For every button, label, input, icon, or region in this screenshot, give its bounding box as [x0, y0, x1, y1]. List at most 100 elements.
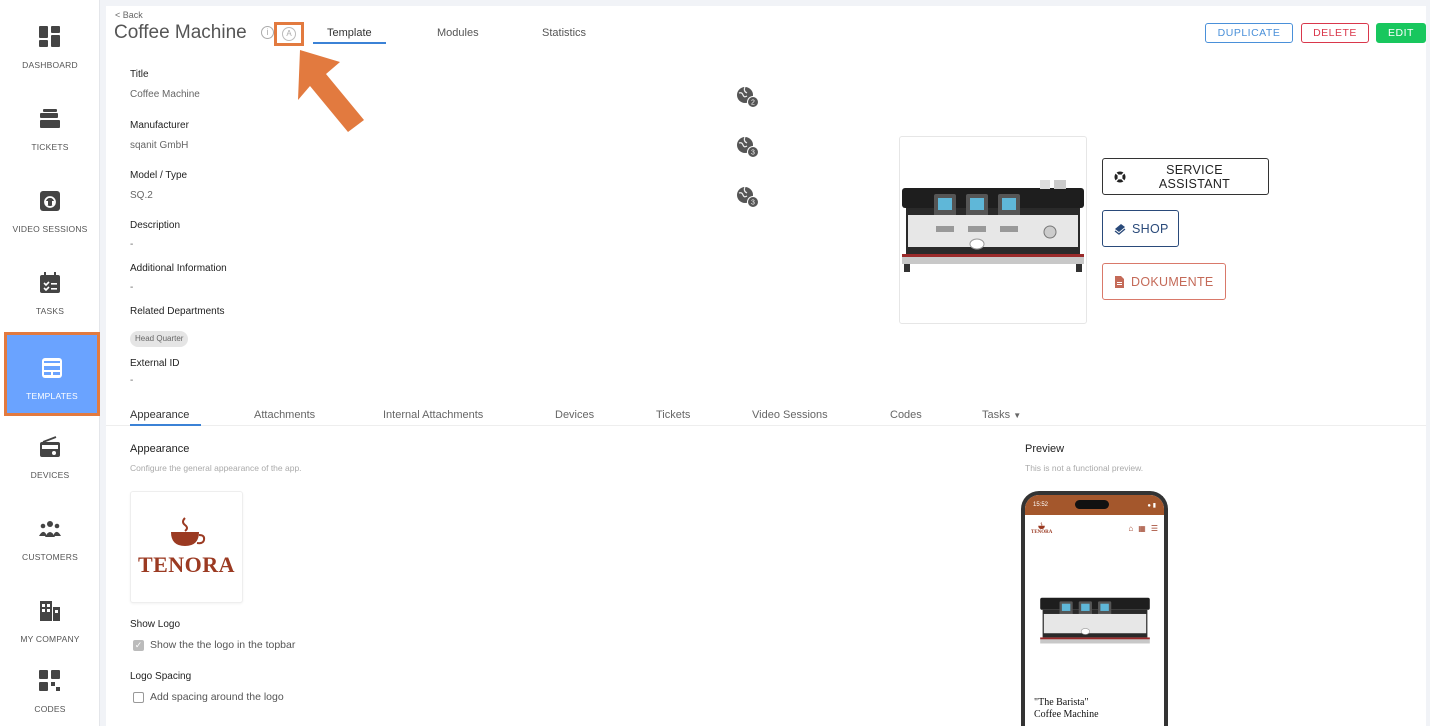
edit-button[interactable]: EDIT: [1376, 23, 1426, 43]
lifebuoy-icon: [1114, 171, 1126, 183]
customers-icon: [37, 516, 63, 542]
preview-title: Preview: [1025, 443, 1065, 455]
sidebar-item-label: TASKS: [35, 306, 65, 316]
main-panel: < Back Coffee Machine i A Template Modul…: [106, 6, 1426, 726]
delete-button[interactable]: DELETE: [1301, 23, 1369, 43]
tickets-icon: [37, 106, 63, 132]
show-logo-checkbox[interactable]: ✓: [133, 639, 144, 651]
show-logo-checkbox-label: Show the the logo in the topbar: [150, 639, 296, 651]
page-title: Coffee Machine: [114, 22, 247, 43]
info-icon[interactable]: i: [261, 26, 274, 39]
subtab-video-sessions[interactable]: Video Sessions: [752, 409, 828, 421]
sidebar-item-label: CUSTOMERS: [22, 552, 78, 562]
globe-icon[interactable]: 3: [736, 186, 759, 208]
sidebar-item-label: TEMPLATES: [26, 391, 78, 401]
machine-image: [899, 136, 1087, 324]
globe-icon[interactable]: 2: [736, 86, 759, 108]
service-assistant-button[interactable]: SERVICE ASSISTANT: [1102, 158, 1269, 195]
templates-icon: [39, 355, 65, 381]
field-label-departments: Related Departments: [130, 306, 225, 317]
logo-spacing-checkbox[interactable]: [133, 691, 144, 703]
phone-topbar: TENORA ⌂ ▦ ☰: [1025, 515, 1164, 541]
duplicate-button[interactable]: DUPLICATE: [1205, 23, 1293, 43]
back-link[interactable]: < Back: [115, 10, 143, 20]
video-sessions-icon: [37, 188, 63, 214]
sidebar-item-video-sessions[interactable]: VIDEO SESSIONS: [0, 164, 100, 246]
field-label-external-id: External ID: [130, 358, 180, 369]
subtab-tickets[interactable]: Tickets: [656, 409, 690, 421]
field-label-additional-info: Additional Information: [130, 263, 227, 274]
appearance-title: Appearance: [130, 443, 190, 455]
sidebar-item-my-company[interactable]: MY COMPANY: [0, 574, 100, 656]
coffee-machine-image: [902, 180, 1084, 272]
globe-icon[interactable]: 3: [736, 136, 759, 158]
subtab-attachments[interactable]: Attachments: [254, 409, 315, 421]
highlight-arrow: [298, 50, 364, 132]
grid-icon: ▦: [1138, 523, 1146, 533]
phone-product-title-line1: "The Barista": [1034, 697, 1089, 708]
sidebar-item-codes[interactable]: CODES: [0, 656, 100, 726]
show-logo-checkbox-row[interactable]: ✓ Show the the logo in the topbar: [133, 639, 295, 651]
sidebar-item-devices[interactable]: DEVICES: [0, 410, 100, 492]
home-icon: ⌂: [1128, 523, 1134, 533]
field-label-description: Description: [130, 220, 181, 231]
tab-template[interactable]: Template: [313, 27, 386, 44]
sidebar-item-label: TICKETS: [31, 142, 69, 152]
subtab-codes[interactable]: Codes: [890, 409, 922, 421]
phone-logo-text: TENORA: [1031, 529, 1053, 535]
sidebar-item-tasks[interactable]: TASKS: [0, 246, 100, 328]
sidebar-item-templates[interactable]: TEMPLATES: [4, 332, 100, 416]
shop-icon: [1114, 223, 1126, 235]
sidebar-item-dashboard[interactable]: DASHBOARD: [0, 0, 100, 82]
phone-machine-image: [1040, 597, 1150, 644]
menu-icon: ☰: [1150, 523, 1158, 533]
coffee-cup-logo: [170, 517, 205, 546]
tab-statistics[interactable]: Statistics: [542, 27, 586, 39]
svg-text:3: 3: [751, 150, 755, 157]
dokumente-button[interactable]: DOKUMENTE: [1102, 263, 1226, 300]
caret-down-icon: ▼: [1013, 411, 1022, 420]
phone-status-bar: 15:52 ● ▮: [1025, 495, 1164, 515]
logo-spacing-checkbox-row[interactable]: Add spacing around the logo: [133, 691, 284, 703]
service-assistant-label: SERVICE ASSISTANT: [1158, 162, 1231, 191]
shop-button[interactable]: SHOP: [1102, 210, 1179, 247]
svg-text:3: 3: [751, 200, 755, 207]
phone-time: 15:52: [1033, 502, 1049, 508]
app: DASHBOARD TICKETS VIDEO SESSIONS TASKS T…: [0, 0, 1430, 726]
sidebar-item-customers[interactable]: CUSTOMERS: [0, 492, 100, 574]
subtab-devices[interactable]: Devices: [555, 409, 594, 421]
subtab-tasks-label: Tasks: [982, 409, 1011, 421]
phone-preview: 15:52 ● ▮ TENORA ⌂ ▦ ☰ "The Barista" Cof…: [1021, 491, 1168, 726]
phone-product-title-line2: Coffee Machine: [1034, 709, 1099, 720]
tasks-icon: [37, 270, 63, 296]
codes-icon: [37, 668, 63, 694]
translate-icon[interactable]: A: [274, 22, 304, 46]
sidebar-item-tickets[interactable]: TICKETS: [0, 82, 100, 164]
tab-modules[interactable]: Modules: [437, 27, 479, 39]
field-label-title: Title: [130, 69, 149, 80]
field-value-model: SQ.2: [130, 190, 153, 201]
show-logo-label: Show Logo: [130, 619, 181, 630]
dashboard-icon: [37, 24, 63, 50]
shop-label: SHOP: [1132, 221, 1169, 236]
logo-preview[interactable]: TENORA: [130, 491, 243, 603]
preview-description: This is not a functional preview.: [1025, 463, 1144, 473]
subtab-appearance[interactable]: Appearance: [130, 409, 202, 426]
subtab-tasks[interactable]: Tasks ▼: [982, 409, 1021, 421]
department-chip: Head Quarter: [130, 331, 189, 347]
document-icon: [1114, 275, 1125, 288]
devices-icon: [37, 434, 63, 460]
appearance-description: Configure the general appearance of the …: [130, 463, 302, 473]
subtab-internal-attachments[interactable]: Internal Attachments: [383, 409, 483, 421]
sidebar-item-label: MY COMPANY: [20, 634, 80, 644]
my-company-icon: [37, 598, 63, 624]
sidebar: DASHBOARD TICKETS VIDEO SESSIONS TASKS T…: [0, 0, 100, 726]
phone-notch: [1075, 500, 1109, 509]
sidebar-item-label: CODES: [34, 704, 66, 714]
phone-nav-icons: ⌂ ▦ ☰: [1128, 524, 1158, 533]
field-label-manufacturer: Manufacturer: [130, 120, 189, 131]
phone-product-title: "The Barista" Coffee Machine: [1034, 697, 1099, 721]
svg-text:2: 2: [751, 100, 755, 107]
logo-spacing-label: Logo Spacing: [130, 671, 192, 682]
subtabs: Appearance Attachments Internal Attachme…: [106, 404, 1426, 426]
